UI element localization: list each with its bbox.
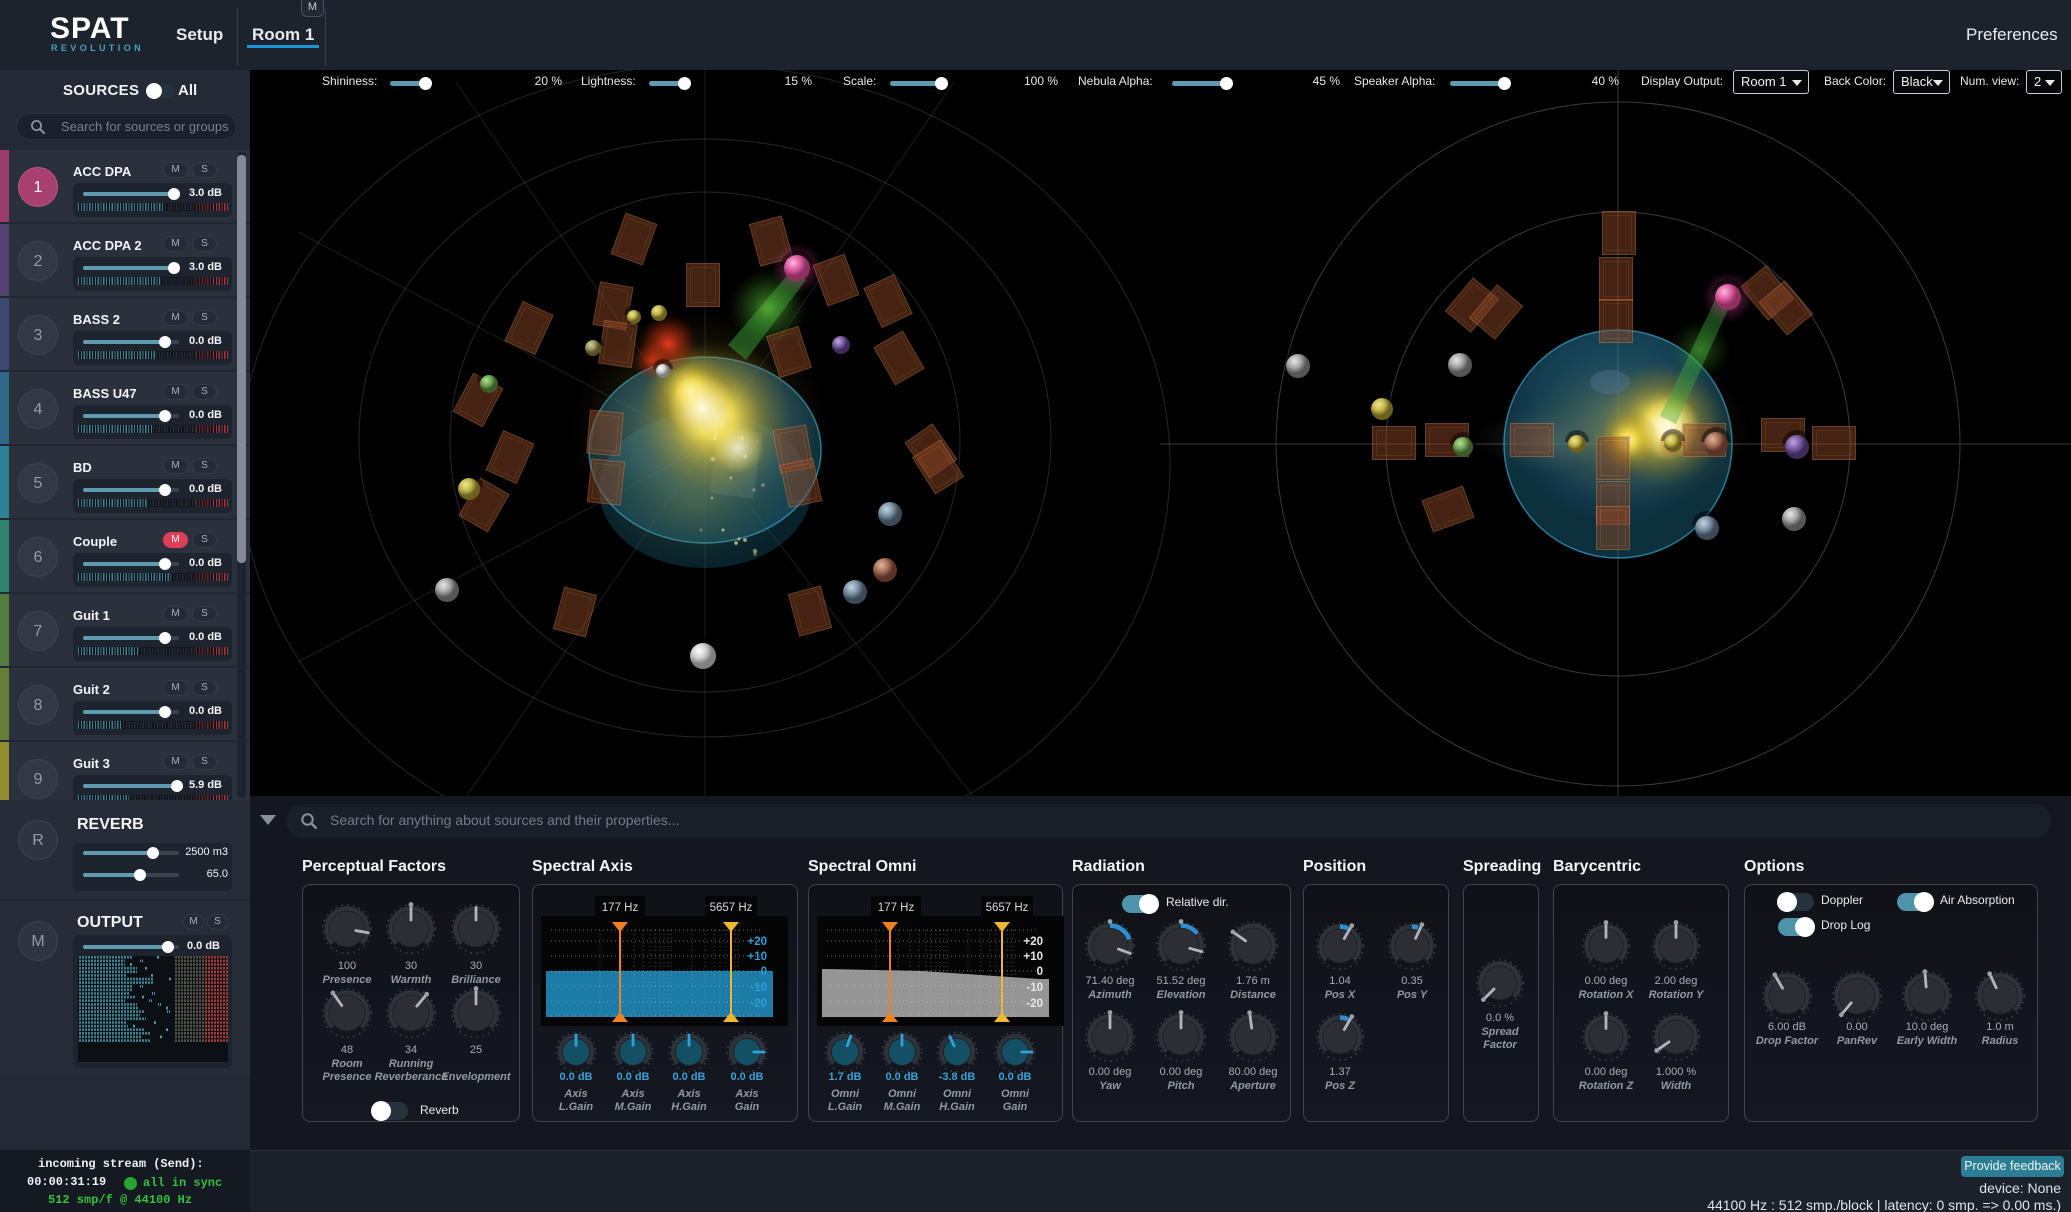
svg-text:-10: -10 [750,982,767,994]
svg-text:177 Hz: 177 Hz [602,902,639,914]
svg-text:+20: +20 [747,936,767,948]
svg-text:177 Hz: 177 Hz [878,902,915,914]
svg-text:5657 Hz: 5657 Hz [986,902,1029,914]
svg-text:+20: +20 [1023,936,1043,948]
svg-text:-20: -20 [1026,998,1043,1010]
svg-text:-20: -20 [750,998,767,1010]
svg-text:0: 0 [761,966,767,978]
svg-text:+10: +10 [1023,951,1043,963]
svg-text:-10: -10 [1026,982,1043,994]
svg-text:5657 Hz: 5657 Hz [710,902,753,914]
svg-text:+10: +10 [747,951,767,963]
svg-text:0: 0 [1037,966,1043,978]
